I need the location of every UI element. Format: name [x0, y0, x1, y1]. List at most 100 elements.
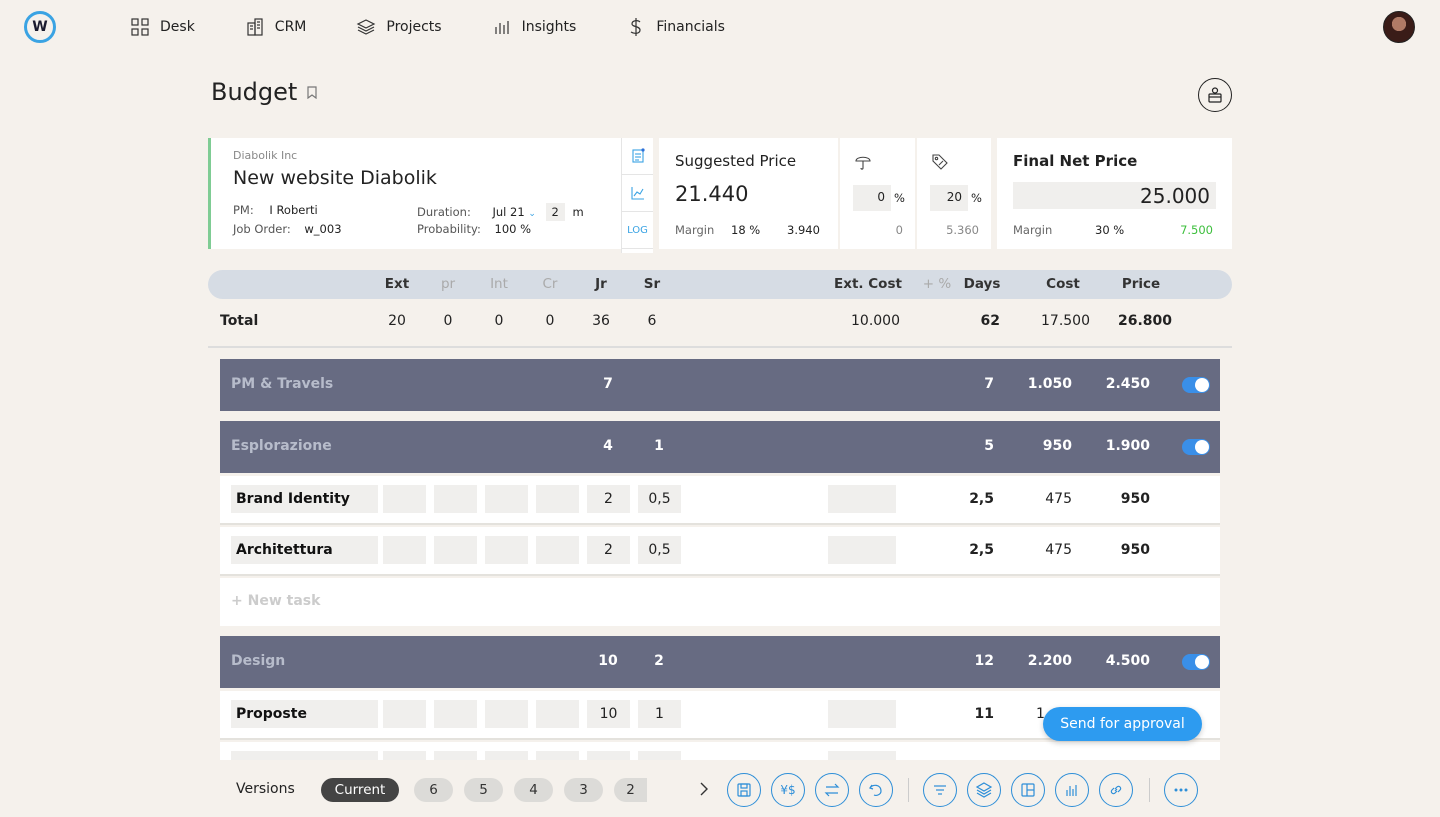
section-row[interactable]: Esplorazione 4 1 5 950 1.900 — [220, 421, 1220, 473]
section-cost: 2.200 — [1012, 653, 1072, 669]
sr-input[interactable]: 1 — [638, 700, 681, 728]
section-days: 7 — [960, 376, 994, 392]
client-button[interactable] — [1198, 78, 1232, 112]
layout-button[interactable] — [1011, 773, 1045, 807]
section-cost: 950 — [1012, 438, 1072, 454]
task-name-input[interactable]: Proposte — [231, 700, 378, 728]
user-avatar[interactable] — [1383, 11, 1415, 43]
duration-input[interactable]: 2 — [546, 203, 565, 221]
markup-card: 20 % 5.360 — [917, 138, 991, 249]
sr-input[interactable]: 0,5 — [638, 485, 681, 513]
ext-input[interactable] — [383, 485, 426, 513]
version-pill[interactable]: 6 — [414, 778, 453, 802]
section-name: PM & Travels — [231, 376, 333, 392]
jr-input[interactable]: 10 — [587, 700, 630, 728]
ext-input[interactable] — [383, 700, 426, 728]
sr-input[interactable]: 0,5 — [638, 536, 681, 564]
nav-item-financials[interactable]: Financials — [626, 17, 725, 37]
pr-input[interactable] — [434, 700, 477, 728]
pr-input[interactable] — [434, 536, 477, 564]
version-pill[interactable]: 2 — [614, 778, 647, 802]
link-button[interactable] — [1099, 773, 1133, 807]
duration-start[interactable]: Jul 21 — [492, 205, 524, 219]
chevron-down-icon[interactable]: ⌄ — [528, 209, 536, 219]
currency-button[interactable]: ¥$ — [771, 773, 805, 807]
job-order-row: Job Order: w_003 — [233, 222, 342, 236]
nav-label: Insights — [522, 19, 577, 35]
probability-value[interactable]: 100 % — [495, 222, 532, 236]
task-row: Architettura 2 0,5 2,5 475 950 — [220, 527, 1220, 576]
building-icon — [245, 17, 265, 37]
pr-input[interactable] — [434, 485, 477, 513]
final-price-input[interactable]: 25.000 — [1013, 182, 1216, 209]
ext-cost-input[interactable] — [828, 700, 896, 728]
section-row[interactable]: PM & Travels 7 7 1.050 2.450 — [220, 359, 1220, 411]
int-input[interactable] — [485, 485, 528, 513]
cr-input[interactable] — [536, 536, 579, 564]
section-name: Esplorazione — [231, 438, 332, 454]
app-logo[interactable]: W — [24, 11, 56, 43]
section-toggle[interactable] — [1182, 654, 1210, 670]
section-toggle[interactable] — [1182, 377, 1210, 393]
section-toggle[interactable] — [1182, 439, 1210, 455]
nav-item-insights[interactable]: Insights — [492, 17, 577, 37]
int-input[interactable] — [485, 700, 528, 728]
cr-input[interactable] — [536, 485, 579, 513]
nav-item-desk[interactable]: Desk — [130, 17, 195, 37]
task-name-input[interactable]: Architettura — [231, 536, 378, 564]
layers-button[interactable] — [967, 773, 1001, 807]
section-days: 12 — [960, 653, 994, 669]
ext-input[interactable] — [383, 536, 426, 564]
umbrella-icon — [854, 153, 872, 171]
section-name: Design — [231, 653, 285, 669]
int-input[interactable] — [485, 536, 528, 564]
section-row[interactable]: Design 10 2 12 2.200 4.500 — [220, 636, 1220, 688]
jr-input[interactable]: 2 — [587, 485, 630, 513]
pm-label: PM: — [233, 203, 254, 217]
discount-input[interactable]: 0 — [853, 185, 891, 211]
pm-value: I Roberti — [269, 203, 317, 217]
line-chart-icon — [630, 185, 646, 201]
markup-input[interactable]: 20 — [930, 185, 968, 211]
more-button[interactable] — [1164, 773, 1198, 807]
final-margin-label: Margin — [1013, 223, 1052, 237]
swap-button[interactable] — [815, 773, 849, 807]
undo-button[interactable] — [859, 773, 893, 807]
col-int: Int — [486, 276, 512, 292]
divider — [908, 778, 909, 802]
save-button[interactable] — [727, 773, 761, 807]
col-plus-pct: + % — [922, 276, 952, 292]
probability-row: Probability: 100 % — [417, 222, 531, 236]
version-pill[interactable]: 5 — [464, 778, 503, 802]
filter-button[interactable] — [923, 773, 957, 807]
new-task-label[interactable]: + New task — [231, 593, 320, 609]
chevron-right-icon[interactable] — [697, 780, 711, 798]
version-pill[interactable]: 3 — [564, 778, 603, 802]
nav-item-projects[interactable]: Projects — [356, 17, 441, 37]
jr-input[interactable]: 2 — [587, 536, 630, 564]
send-for-approval-button[interactable]: Send for approval — [1043, 707, 1202, 741]
duration-unit: m — [573, 205, 584, 219]
bookmark-icon[interactable] — [307, 86, 317, 99]
chart-button[interactable] — [622, 175, 653, 212]
version-pill[interactable]: 4 — [514, 778, 553, 802]
nav-item-crm[interactable]: CRM — [245, 17, 307, 37]
task-price: 950 — [1088, 542, 1150, 558]
notes-button[interactable] — [622, 138, 653, 175]
section-days: 5 — [960, 438, 994, 454]
log-label: LOG — [627, 225, 648, 236]
section-price: 4.500 — [1088, 653, 1150, 669]
chart-button[interactable] — [1055, 773, 1089, 807]
table-header: Ext pr Int Cr Jr Sr Ext. Cost + % Days C… — [208, 270, 1232, 299]
suggested-price-value: 21.440 — [675, 182, 822, 206]
cr-input[interactable] — [536, 700, 579, 728]
new-task-row[interactable]: + New task — [220, 578, 1220, 626]
task-name-input[interactable]: Brand Identity — [231, 485, 378, 513]
ext-cost-input[interactable] — [828, 536, 896, 564]
col-pr: pr — [435, 276, 461, 292]
log-button[interactable]: LOG — [622, 212, 653, 249]
nav-label: Desk — [160, 19, 195, 35]
col-cr: Cr — [537, 276, 563, 292]
ext-cost-input[interactable] — [828, 485, 896, 513]
version-pill-current[interactable]: Current — [321, 778, 399, 802]
